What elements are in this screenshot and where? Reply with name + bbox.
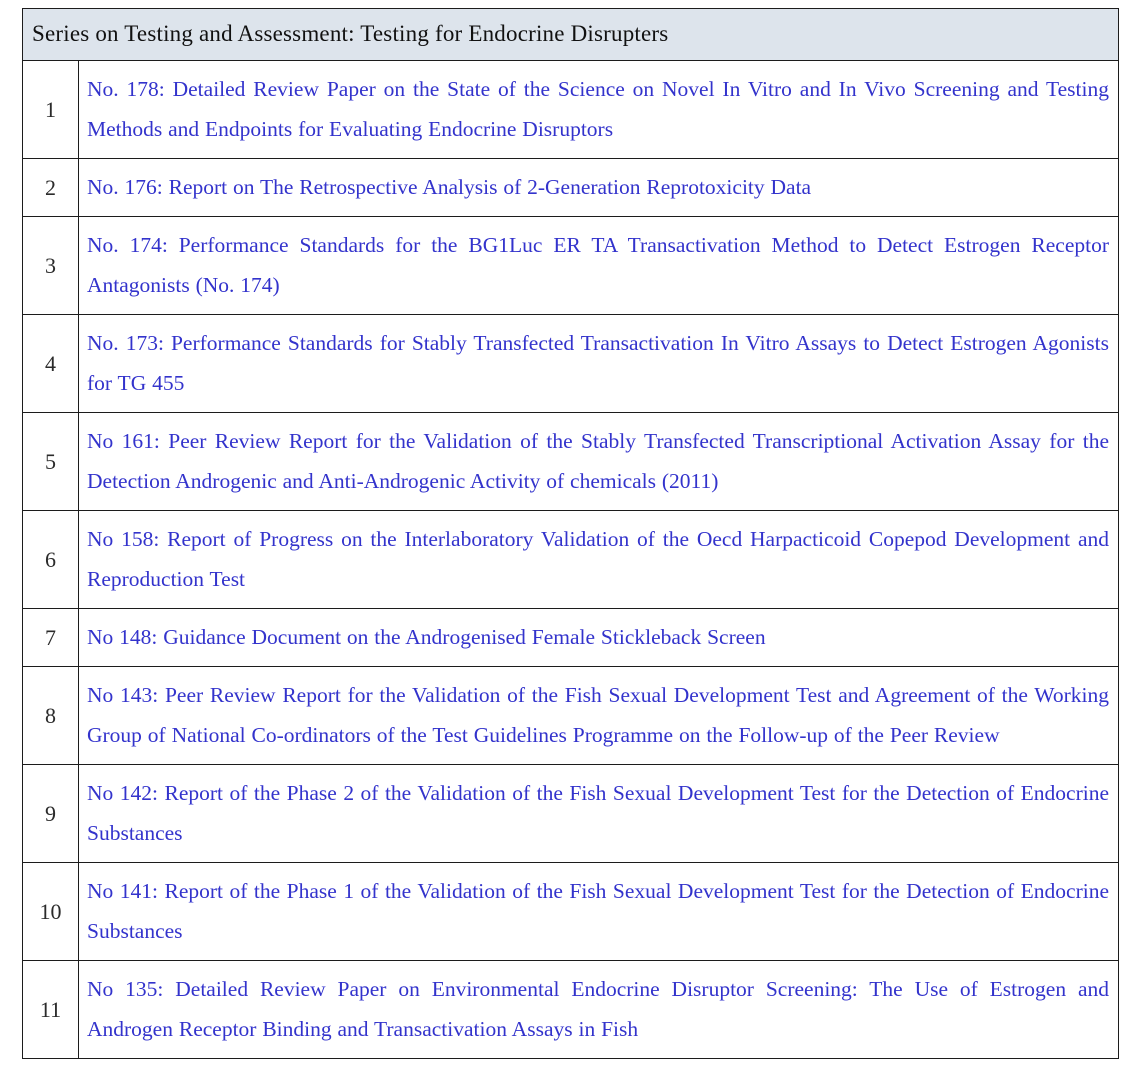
- publication-link[interactable]: No 161: Peer Review Report for the Valid…: [87, 421, 1109, 501]
- row-title-cell[interactable]: No 142: Report of the Phase 2 of the Val…: [78, 764, 1119, 863]
- row-index-cell: 11: [22, 960, 79, 1059]
- publication-link[interactable]: No. 174: Performance Standards for the B…: [87, 225, 1109, 305]
- table-body: 1 No. 178: Detailed Review Paper on the S…: [22, 60, 1119, 1059]
- publication-link[interactable]: No 148: Guidance Document on the Androge…: [87, 617, 1109, 657]
- row-title-cell[interactable]: No. 173: Performance Standards for Stabl…: [78, 314, 1119, 413]
- table-row: 4 No. 173: Performance Standards for Stab…: [22, 314, 1119, 413]
- publication-link[interactable]: No. 176: Report on The Retrospective Ana…: [87, 167, 1109, 207]
- row-index-cell: 3: [22, 216, 79, 315]
- table-row: 6 No 158: Report of Progress on the Inter…: [22, 510, 1119, 609]
- publication-link[interactable]: No 135: Detailed Review Paper on Environ…: [87, 969, 1109, 1049]
- row-title-cell[interactable]: No 161: Peer Review Report for the Valid…: [78, 412, 1119, 511]
- row-index-cell: 7: [22, 608, 79, 667]
- row-index-cell: 6: [22, 510, 79, 609]
- table-row: 5 No 161: Peer Review Report for the Vali…: [22, 412, 1119, 511]
- row-index-cell: 10: [22, 862, 79, 961]
- publication-link[interactable]: No. 173: Performance Standards for Stabl…: [87, 323, 1109, 403]
- series-table-container: Series on Testing and Assessment: Testin…: [22, 8, 1119, 1059]
- table-row: 11 No 135: Detailed Review Paper on Envir…: [22, 960, 1119, 1059]
- table-header: Series on Testing and Assessment: Testin…: [22, 8, 1119, 61]
- publication-link[interactable]: No 142: Report of the Phase 2 of the Val…: [87, 773, 1109, 853]
- publication-link[interactable]: No 158: Report of Progress on the Interl…: [87, 519, 1109, 599]
- row-title-cell[interactable]: No. 176: Report on The Retrospective Ana…: [78, 158, 1119, 217]
- row-index-cell: 9: [22, 764, 79, 863]
- row-title-cell[interactable]: No 135: Detailed Review Paper on Environ…: [78, 960, 1119, 1059]
- row-title-cell[interactable]: No 148: Guidance Document on the Androge…: [78, 608, 1119, 667]
- table-title: Series on Testing and Assessment: Testin…: [22, 8, 1119, 61]
- row-index-cell: 5: [22, 412, 79, 511]
- table-row: 2 No. 176: Report on The Retrospective An…: [22, 158, 1119, 217]
- series-table: Series on Testing and Assessment: Testin…: [22, 8, 1119, 1059]
- row-index-cell: 4: [22, 314, 79, 413]
- row-title-cell[interactable]: No. 174: Performance Standards for the B…: [78, 216, 1119, 315]
- table-row: 8 No 143: Peer Review Report for the Vali…: [22, 666, 1119, 765]
- row-title-cell[interactable]: No. 178: Detailed Review Paper on the St…: [78, 60, 1119, 159]
- row-index-cell: 8: [22, 666, 79, 765]
- publication-link[interactable]: No 141: Report of the Phase 1 of the Val…: [87, 871, 1109, 951]
- table-row: 10 No 141: Report of the Phase 1 of the V…: [22, 862, 1119, 961]
- publication-link[interactable]: No 143: Peer Review Report for the Valid…: [87, 675, 1109, 755]
- row-title-cell[interactable]: No 143: Peer Review Report for the Valid…: [78, 666, 1119, 765]
- publication-link[interactable]: No. 178: Detailed Review Paper on the St…: [87, 69, 1109, 149]
- table-row: 3 No. 174: Performance Standards for the …: [22, 216, 1119, 315]
- table-header-row: Series on Testing and Assessment: Testin…: [22, 8, 1119, 61]
- table-row: 9 No 142: Report of the Phase 2 of the Va…: [22, 764, 1119, 863]
- row-index-cell: 1: [22, 60, 79, 159]
- row-index-cell: 2: [22, 158, 79, 217]
- table-row: 7 No 148: Guidance Document on the Androg…: [22, 608, 1119, 667]
- table-row: 1 No. 178: Detailed Review Paper on the S…: [22, 60, 1119, 159]
- row-title-cell[interactable]: No 141: Report of the Phase 1 of the Val…: [78, 862, 1119, 961]
- row-title-cell[interactable]: No 158: Report of Progress on the Interl…: [78, 510, 1119, 609]
